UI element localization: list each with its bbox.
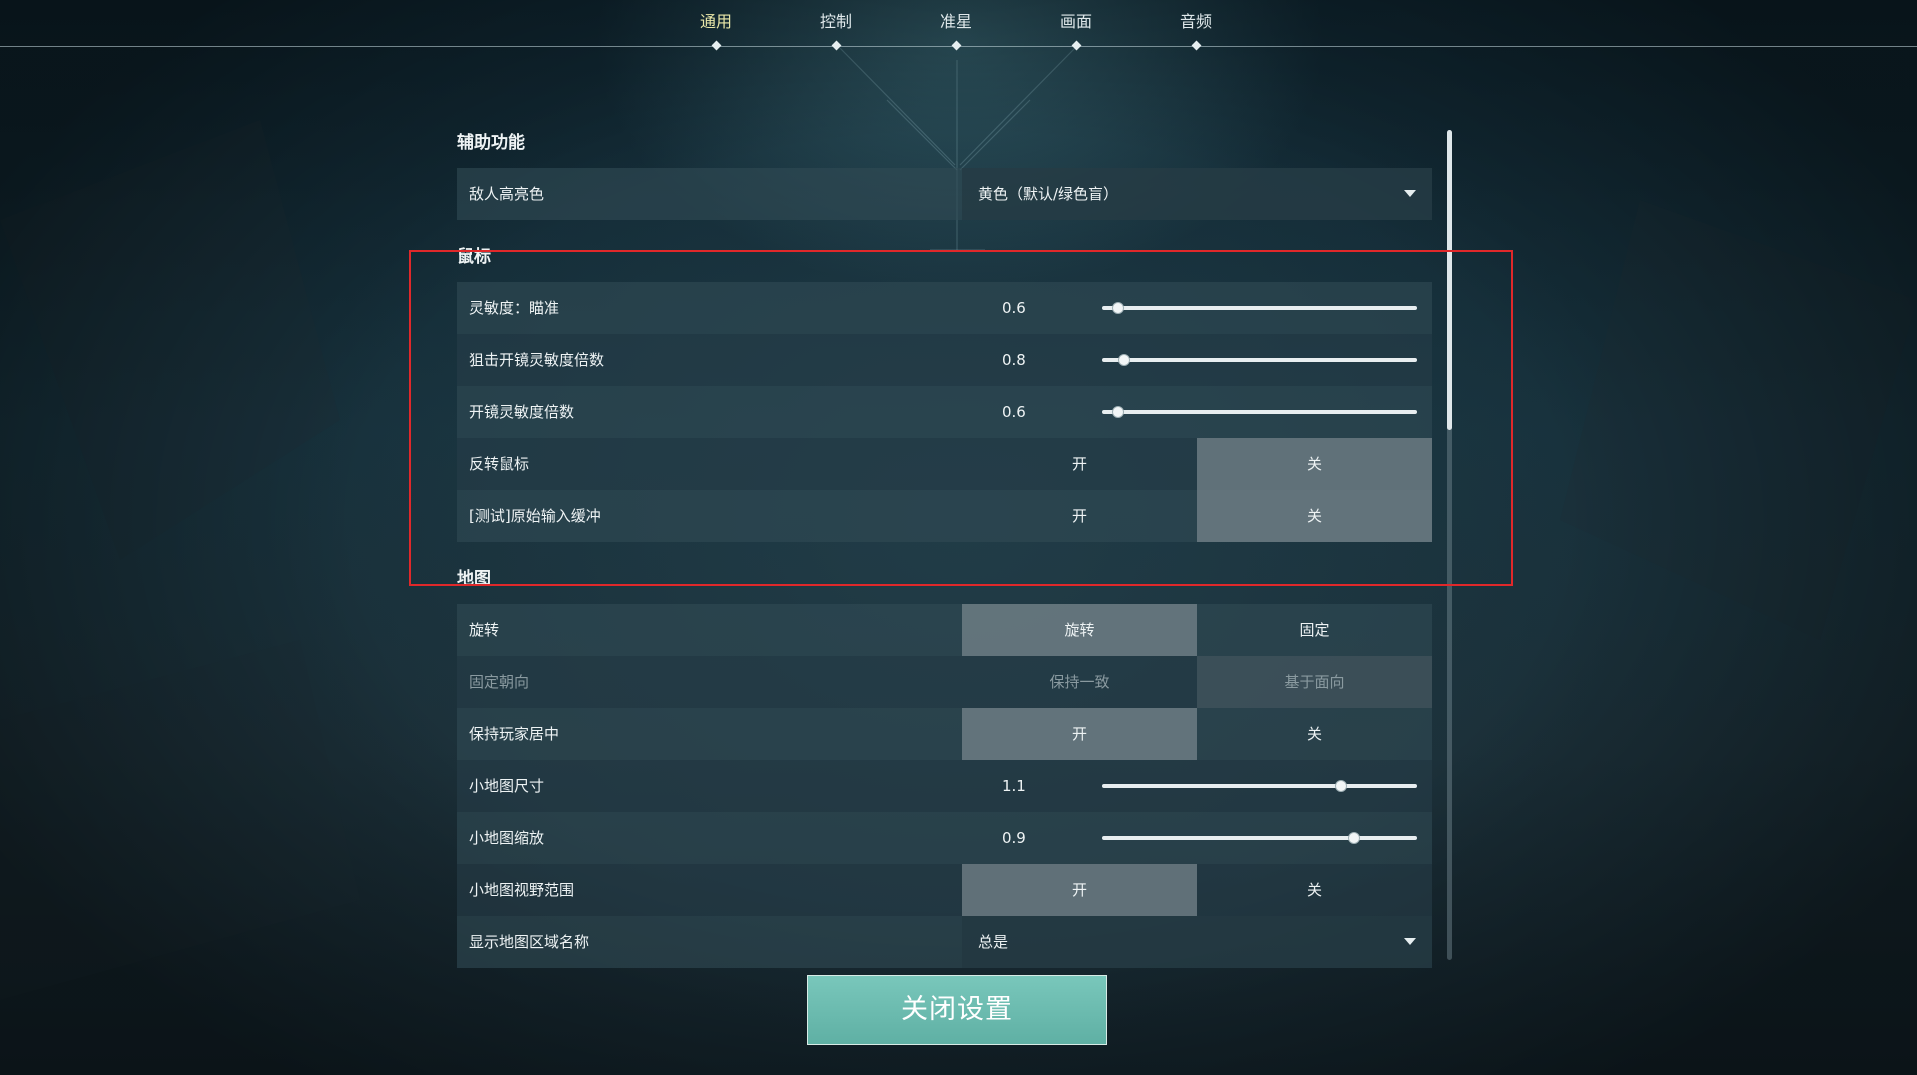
setting-label: 小地图尺寸	[469, 777, 545, 795]
settings-list: 辅助功能 敌人高亮色 黄色（默认/绿色盲） 鼠标 灵敏度：瞄准 0.6 狙击开镜…	[457, 120, 1432, 968]
setting-row-aim-sensitivity: 灵敏度：瞄准 0.6	[457, 282, 1432, 334]
close-settings-button[interactable]: 关闭设置	[807, 975, 1107, 1045]
tab-indicator-general	[711, 40, 721, 51]
section-mouse: 灵敏度：瞄准 0.6 狙击开镜灵敏度倍数 0.8 开镜灵敏度倍数 0.6 反转鼠…	[457, 282, 1432, 542]
slider-value: 0.6	[1002, 403, 1026, 421]
setting-label: 显示地图区域名称	[469, 933, 590, 951]
show-region-names-dropdown[interactable]: 总是	[962, 916, 1432, 968]
setting-label: 旋转	[469, 621, 500, 639]
slider-thumb[interactable]	[1111, 406, 1124, 418]
tab-indicator-controls	[831, 40, 841, 51]
slider-thumb[interactable]	[1111, 302, 1124, 314]
enemy-highlight-dropdown[interactable]: 黄色（默认/绿色盲）	[962, 168, 1432, 220]
tab-controls[interactable]: 控制	[781, 8, 891, 32]
invert-mouse-off-button[interactable]: 关	[1197, 438, 1432, 490]
setting-row-scope-multiplier: 开镜灵敏度倍数 0.6	[457, 386, 1432, 438]
slider-thumb[interactable]	[1348, 832, 1360, 844]
slider-thumb[interactable]	[1335, 780, 1348, 792]
setting-label: 固定朝向	[469, 673, 530, 691]
section-title-mouse: 鼠标	[457, 247, 491, 267]
setting-row-minimap-zoom: 小地图缩放 0.9	[457, 812, 1432, 864]
tab-general[interactable]: 通用	[661, 8, 771, 32]
section-title-assist: 辅助功能	[457, 133, 525, 153]
setting-row-rotate: 旋转 旋转 固定	[457, 604, 1432, 656]
aim-sensitivity-slider[interactable]	[1102, 302, 1417, 314]
caret-down-icon	[1404, 190, 1416, 197]
top-nav: 通用 控制 准星 画面 音频	[0, 0, 1917, 51]
section-assist: 敌人高亮色 黄色（默认/绿色盲）	[457, 168, 1432, 220]
setting-row-fixed-orientation: 固定朝向 保持一致 基于面向	[457, 656, 1432, 708]
tab-indicator-audio	[1191, 40, 1201, 51]
minimap-size-slider[interactable]	[1102, 780, 1417, 792]
rotate-rotate-button[interactable]: 旋转	[962, 604, 1197, 656]
sniper-scope-multiplier-slider[interactable]	[1102, 354, 1417, 366]
setting-row-minimap-size: 小地图尺寸 1.1	[457, 760, 1432, 812]
settings-scrollbar[interactable]	[1447, 130, 1452, 960]
tab-indicator-video	[1071, 40, 1081, 51]
dropdown-value: 黄色（默认/绿色盲）	[978, 185, 1119, 203]
fixed-orientation-facing-button[interactable]: 基于面向	[1197, 656, 1432, 708]
caret-down-icon	[1404, 938, 1416, 945]
setting-row-minimap-vision-cones: 小地图视野范围 开 关	[457, 864, 1432, 916]
slider-thumb[interactable]	[1118, 354, 1131, 366]
tab-video[interactable]: 画面	[1021, 8, 1131, 32]
tab-crosshair[interactable]: 准星	[901, 8, 1011, 32]
setting-row-sniper-scope-multiplier: 狙击开镜灵敏度倍数 0.8	[457, 334, 1432, 386]
setting-label: 小地图缩放	[469, 829, 545, 847]
slider-value: 0.9	[1002, 829, 1026, 847]
minimap-zoom-slider[interactable]	[1102, 832, 1417, 844]
setting-row-raw-input-buffer: [测试]原始输入缓冲 开 关	[457, 490, 1432, 542]
setting-label: 灵敏度：瞄准	[469, 299, 560, 317]
setting-label: 反转鼠标	[469, 455, 530, 473]
scope-multiplier-slider[interactable]	[1102, 406, 1417, 418]
keep-player-centered-off-button[interactable]: 关	[1197, 708, 1432, 760]
slider-value: 0.6	[1002, 299, 1026, 317]
setting-row-enemy-highlight: 敌人高亮色 黄色（默认/绿色盲）	[457, 168, 1432, 220]
setting-label: 保持玩家居中	[469, 725, 560, 743]
setting-row-show-region-names: 显示地图区域名称 总是	[457, 916, 1432, 968]
setting-row-invert-mouse: 反转鼠标 开 关	[457, 438, 1432, 490]
minimap-vision-cones-on-button[interactable]: 开	[962, 864, 1197, 916]
setting-label: 狙击开镜灵敏度倍数	[469, 351, 605, 369]
dropdown-value: 总是	[978, 933, 1009, 951]
minimap-vision-cones-off-button[interactable]: 关	[1197, 864, 1432, 916]
tab-indicator-crosshair	[951, 40, 961, 51]
setting-row-keep-player-centered: 保持玩家居中 开 关	[457, 708, 1432, 760]
setting-label: 开镜灵敏度倍数	[469, 403, 575, 421]
section-map: 旋转 旋转 固定 固定朝向 保持一致 基于面向 保持玩家居中 开 关 小地图尺寸…	[457, 604, 1432, 968]
setting-label: 敌人高亮色	[469, 185, 545, 203]
invert-mouse-on-button[interactable]: 开	[962, 438, 1197, 490]
slider-value: 0.8	[1002, 351, 1026, 369]
slider-value: 1.1	[1002, 777, 1026, 795]
setting-label: [测试]原始输入缓冲	[469, 507, 601, 525]
setting-label: 小地图视野范围	[469, 881, 575, 899]
raw-input-buffer-off-button[interactable]: 关	[1197, 490, 1432, 542]
scrollbar-thumb[interactable]	[1447, 130, 1452, 430]
raw-input-buffer-on-button[interactable]: 开	[962, 490, 1197, 542]
rotate-fixed-button[interactable]: 固定	[1197, 604, 1432, 656]
keep-player-centered-on-button[interactable]: 开	[962, 708, 1197, 760]
tab-audio[interactable]: 音频	[1141, 8, 1251, 32]
section-title-map: 地图	[457, 569, 491, 589]
fixed-orientation-consistent-button[interactable]: 保持一致	[962, 656, 1197, 708]
